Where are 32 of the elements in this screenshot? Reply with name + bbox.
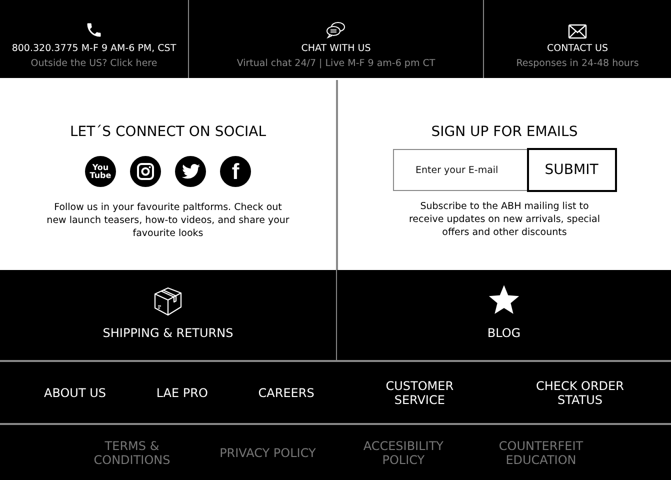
video-logo-icon[interactable]: You Tube [85,156,116,187]
contact-link[interactable]: Outside the US? Click here [30,58,158,69]
footer-nav-link[interactable]: ABOUT US [44,386,106,400]
legal-link[interactable]: PRIVACY POLICY [220,446,316,460]
legal-link[interactable]: COUNTERFEIT EDUCATION [490,438,591,466]
newsletter-heading: SIGN UP FOR EMAILS [431,124,578,140]
box-icon [153,286,183,316]
footer-nav-link[interactable]: LAE PRO [156,386,208,400]
footer-nav-link[interactable]: CAREERS [258,386,314,400]
newsletter-description: Subscribe to the ABH mailing list to receive updates on new arrivals, special offers and other discounts [408,200,601,239]
footer-nav-link[interactable]: CHECK ORDER STATUS [524,378,635,406]
submit-button[interactable]: SUBMIT [526,148,616,192]
camera-icon[interactable] [130,156,161,187]
facebook-icon[interactable]: f [220,156,251,187]
contact-link[interactable]: Virtual chat 24/7 | Live M-F 9 am-6 pm CT [236,58,436,69]
star-icon [488,285,520,316]
contact-title: CONTACT US [546,43,608,54]
mail-icon [568,24,587,39]
feature-link[interactable]: BLOG [336,270,671,360]
contact-title: 800.320.3775 M-F 9 AM-6 PM, CST [12,43,176,54]
phone-icon [85,21,103,39]
email-field[interactable]: Enter your E-mail [392,149,526,191]
social-description: Follow us in your favourite paltforms. Check out new launch teasers, how-to videos, and share your favourite looks [46,201,290,240]
legal-link[interactable]: ACCESIBILITY POLICY [353,438,454,466]
social-heading: LET´S CONNECT ON SOCIAL [70,124,266,140]
contact-title: CHAT WITH US [301,43,371,54]
bird-icon[interactable] [175,156,206,187]
contact-link[interactable]: Responses in 24-48 hours [516,58,639,69]
legal-link[interactable]: TERMS & CONDITIONS [82,438,182,466]
feature-link[interactable]: SHIPPING & RETURNS [0,270,336,360]
chat-icon [326,21,346,39]
footer-nav-link[interactable]: CUSTOMER SERVICE [364,378,475,406]
